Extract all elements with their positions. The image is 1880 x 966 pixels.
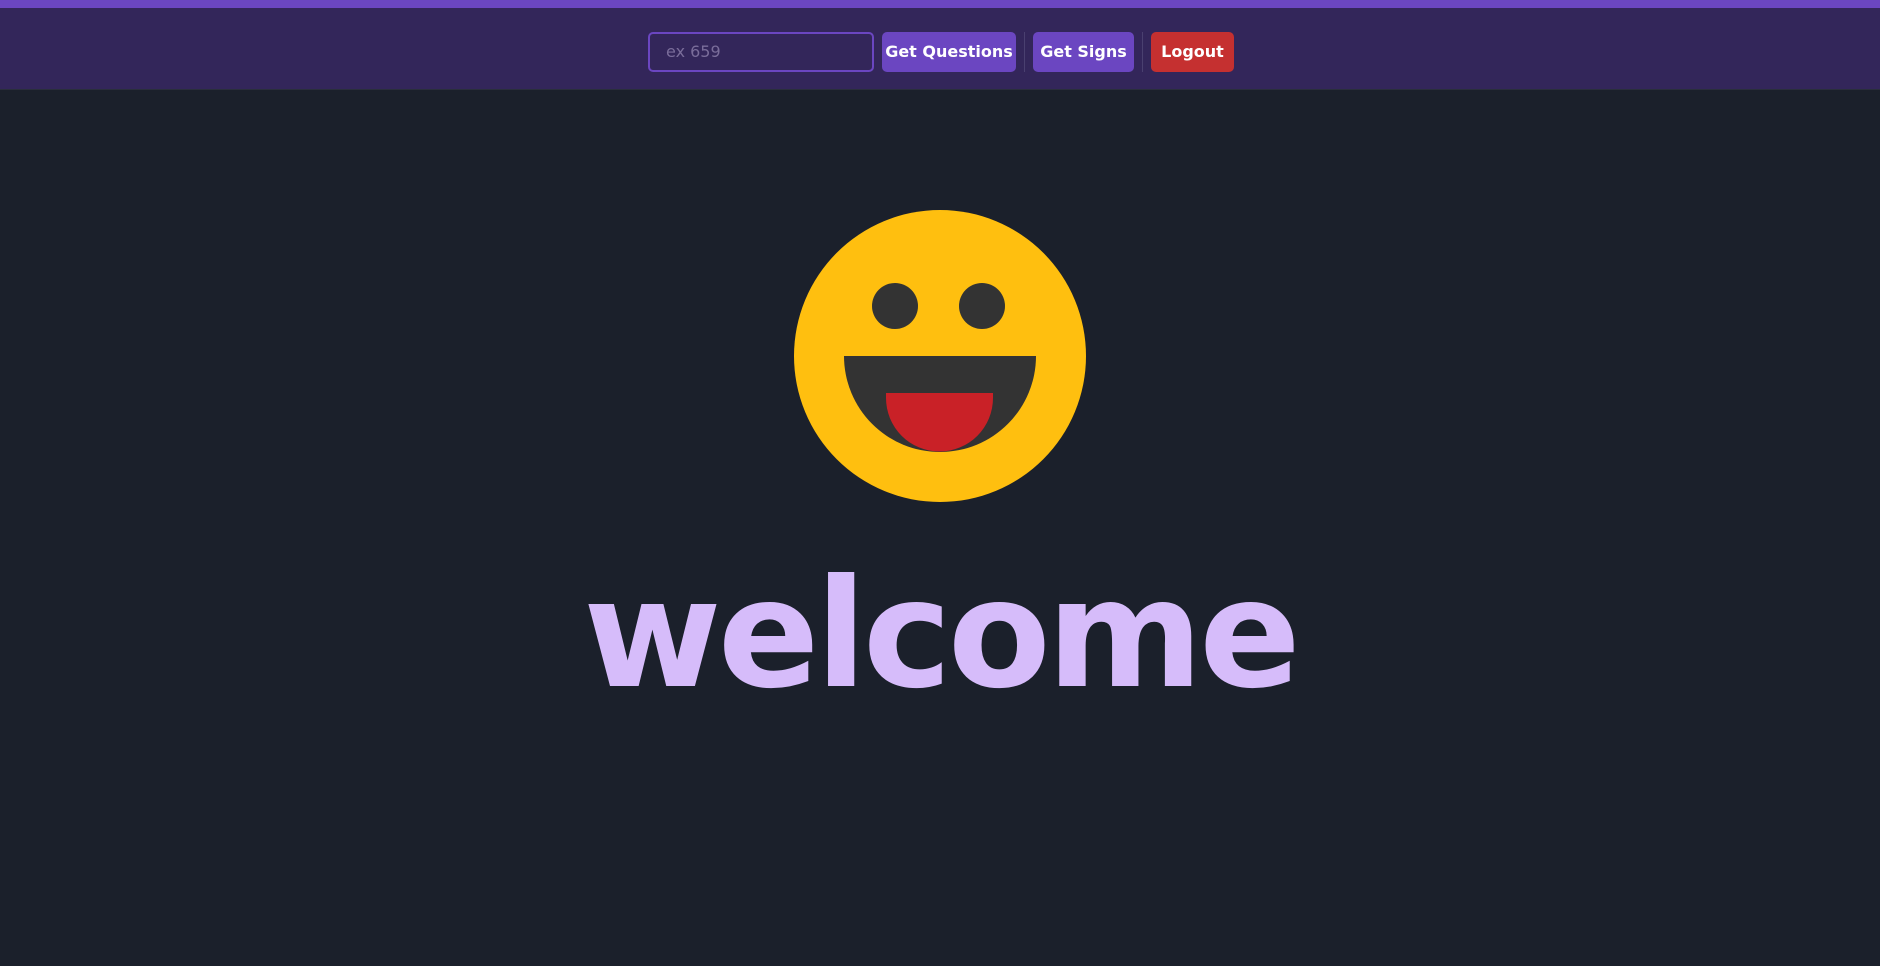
get-questions-button[interactable]: Get Questions	[882, 31, 1016, 72]
app-root: Get Questions Get Signs Logout welcome	[0, 0, 1880, 966]
top-accent-bar	[0, 0, 1880, 8]
logout-button[interactable]: Logout	[1151, 31, 1234, 72]
welcome-hero: welcome	[0, 0, 1880, 966]
toolbar: Get Questions Get Signs Logout	[648, 31, 1234, 72]
toolbar-divider	[1024, 31, 1025, 72]
top-navigation-bar: Get Questions Get Signs Logout	[0, 8, 1880, 90]
welcome-heading: welcome	[583, 548, 1301, 722]
toolbar-divider	[1142, 31, 1143, 72]
code-input[interactable]	[648, 31, 874, 72]
grinning-face-icon	[794, 210, 1086, 502]
get-signs-button[interactable]: Get Signs	[1033, 31, 1134, 72]
